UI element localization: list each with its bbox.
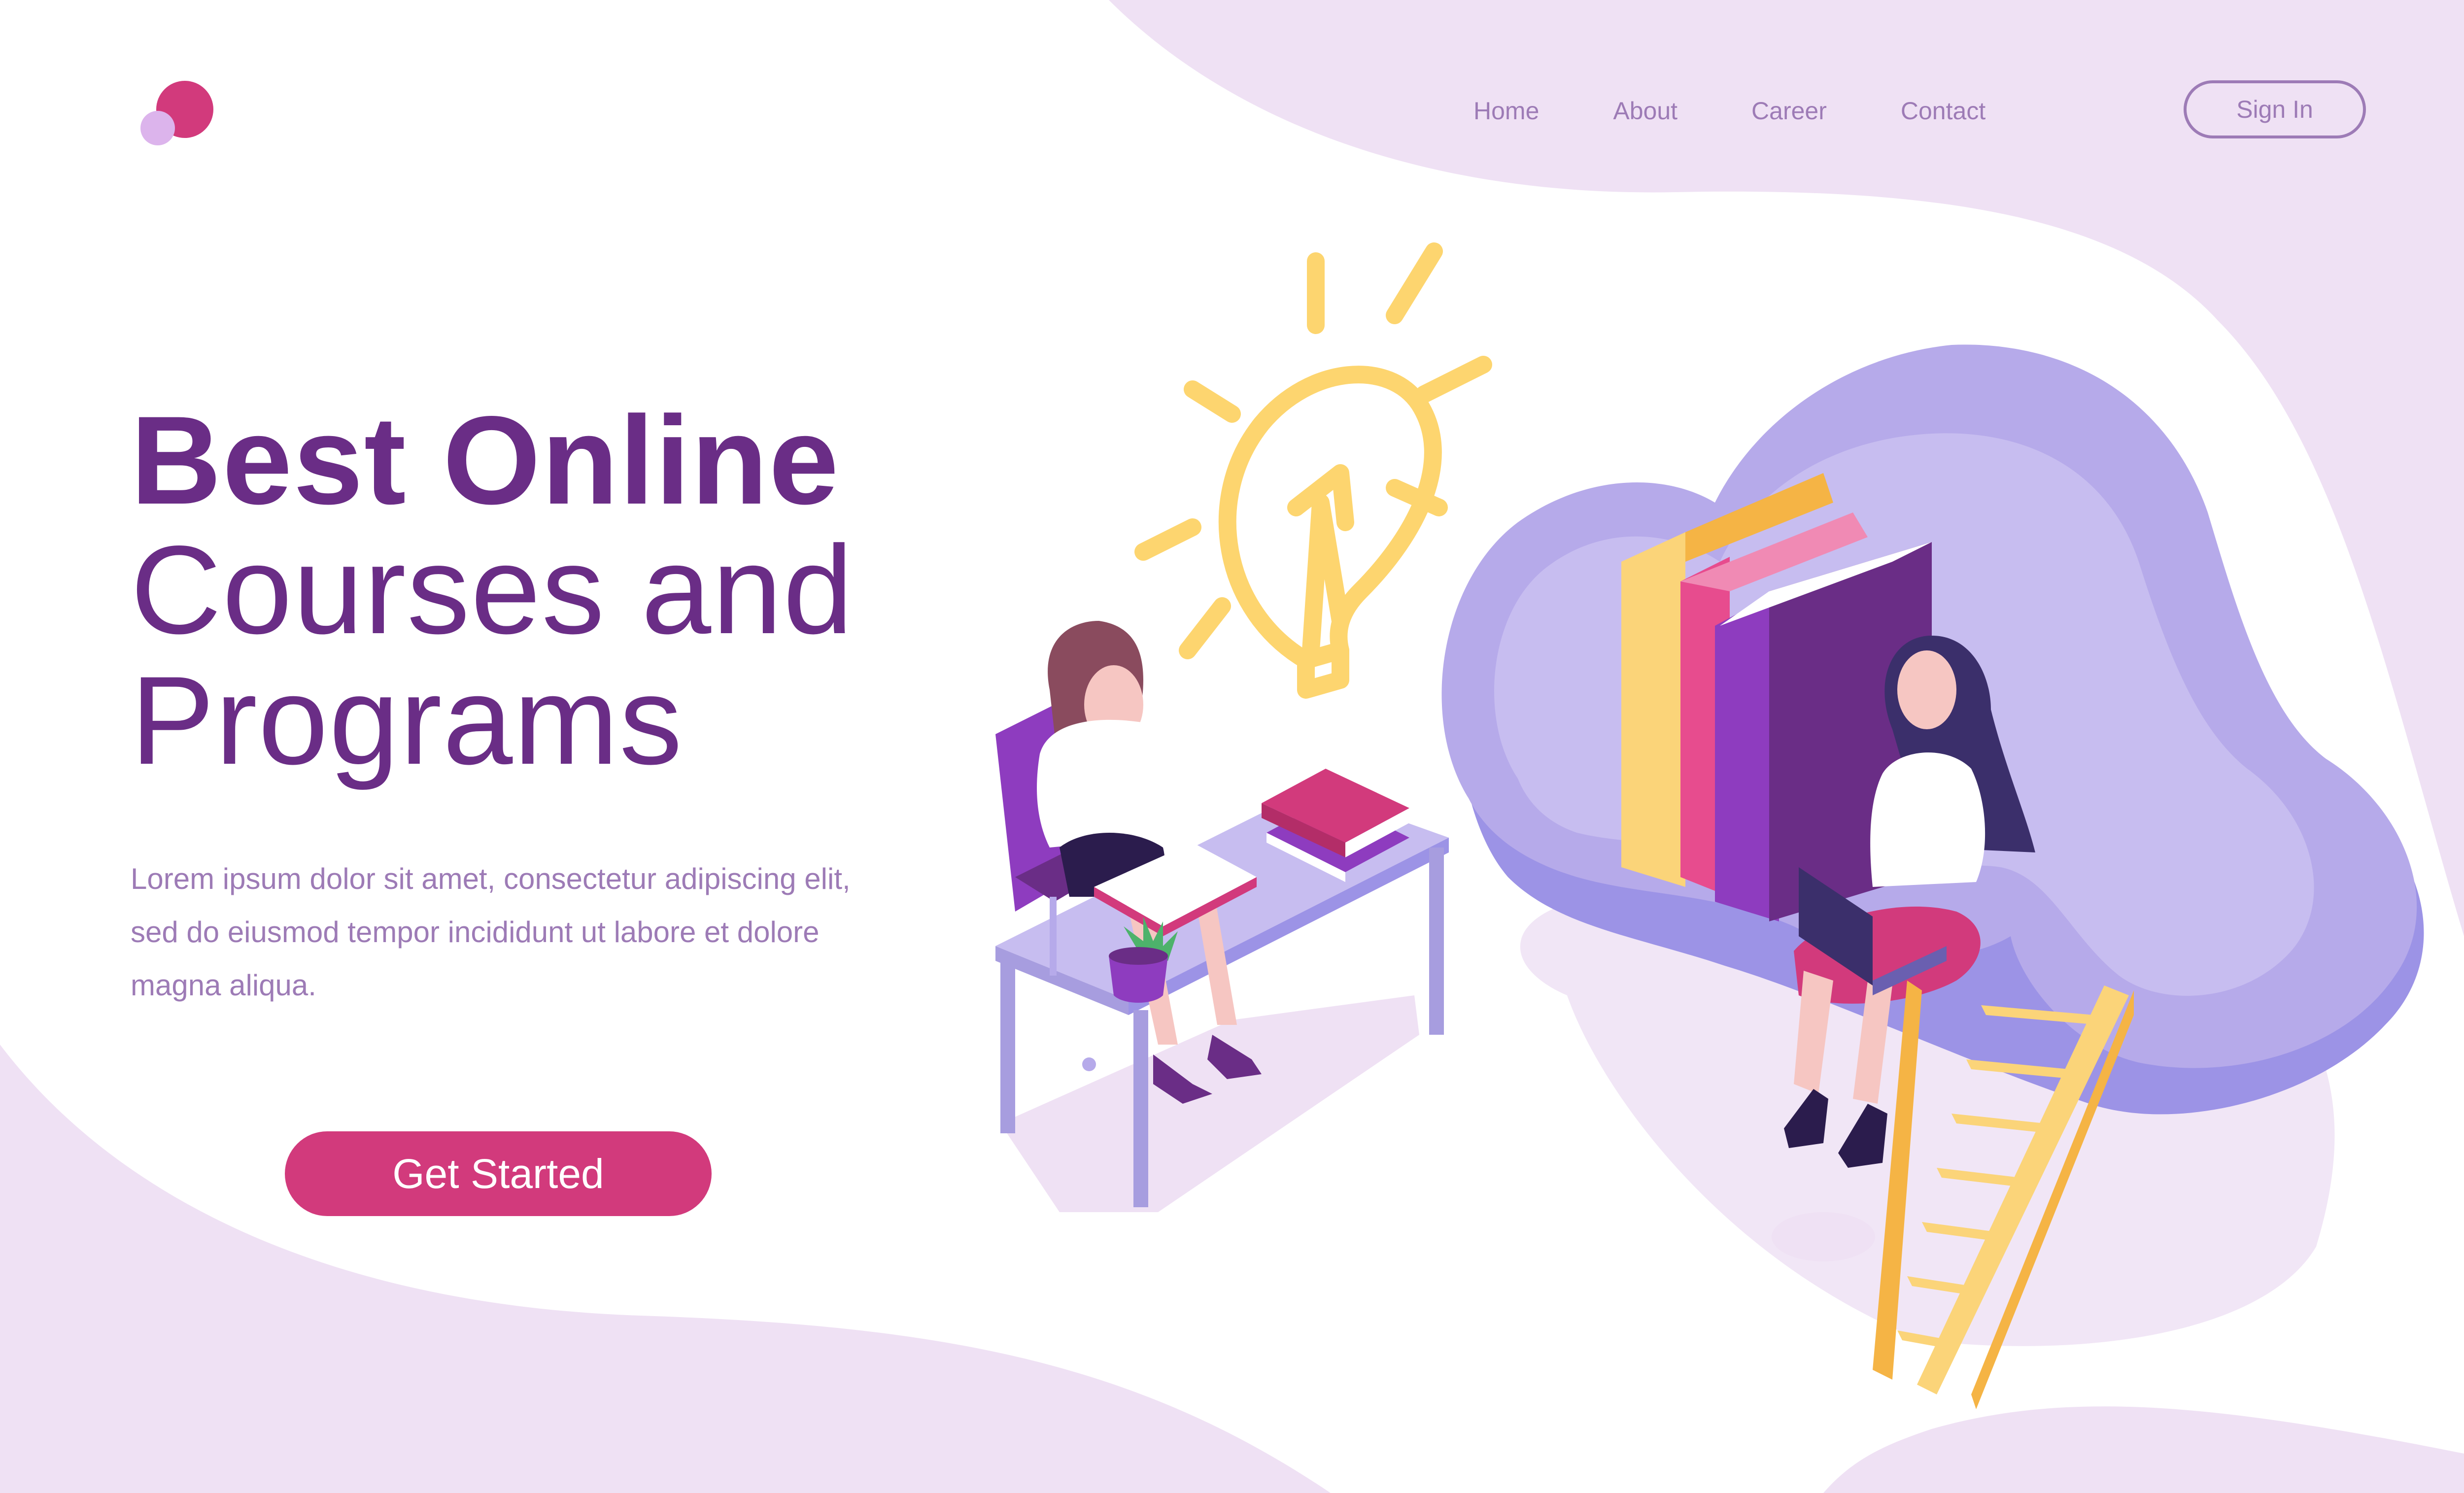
book-yellow: [1621, 532, 1685, 887]
desk-shadow: [1000, 995, 1419, 1212]
light-bulb-icon: [1134, 242, 1492, 699]
hero-illustration: [995, 242, 2424, 1409]
